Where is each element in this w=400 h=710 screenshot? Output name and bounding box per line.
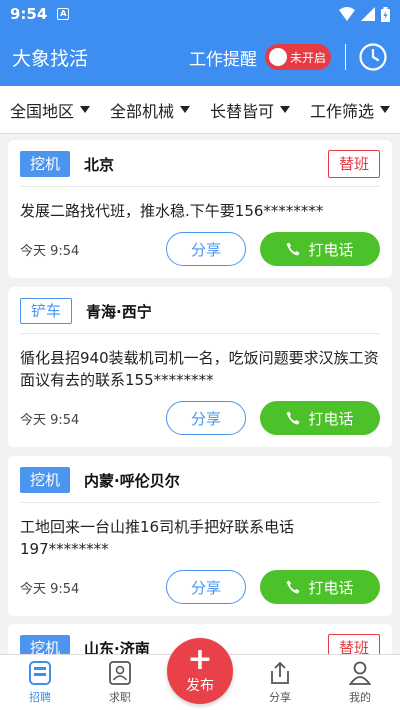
toggle-knob xyxy=(269,48,287,66)
card-divider xyxy=(20,502,380,503)
job-description: 工地回来一台山推16司机手把好联系电话197******** xyxy=(20,518,295,558)
post-time: 今天 9:54 xyxy=(20,581,80,597)
user-icon xyxy=(349,661,371,685)
card-divider xyxy=(20,186,380,187)
call-label: 打电话 xyxy=(308,240,354,259)
nav-recruit-label: 招聘 xyxy=(29,691,51,704)
substitute-badge: 替班 xyxy=(327,150,380,178)
machine-tag: 挖机 xyxy=(20,467,71,493)
job-description: 发展二路找代班，推水稳.下午要156******** xyxy=(20,202,324,220)
filter-region[interactable]: 全国地区 xyxy=(10,98,90,122)
phone-icon xyxy=(286,242,300,256)
notification-a-icon: A xyxy=(57,8,70,20)
signal-icon xyxy=(361,7,375,21)
filter-label: 长替皆可 xyxy=(209,101,274,121)
job-location: 青海·西宁 xyxy=(86,302,152,321)
filter-job-type[interactable]: 长替皆可 xyxy=(210,98,290,122)
recruit-icon xyxy=(29,661,51,685)
machine-tag: 铲车 xyxy=(20,298,73,324)
job-card[interactable]: 铲车 青海·西宁 循化县招940装载机司机一名，吃饭问题要求汉族工资面议有去的联… xyxy=(8,287,392,447)
share-button[interactable]: 分享 xyxy=(166,570,246,604)
caret-down-icon xyxy=(380,106,390,113)
caret-down-icon xyxy=(80,106,90,113)
nav-jobseek-label: 求职 xyxy=(109,691,131,704)
filter-label: 全国地区 xyxy=(9,101,74,121)
filter-machinery[interactable]: 全部机械 xyxy=(110,98,190,122)
card-divider xyxy=(20,333,380,334)
filter-work[interactable]: 工作筛选 xyxy=(310,98,390,122)
nav-mine[interactable]: 我的 xyxy=(330,661,390,705)
id-card-icon xyxy=(109,661,131,685)
filter-label: 全部机械 xyxy=(109,101,174,121)
battery-icon xyxy=(381,6,390,22)
work-reminder-label: 工作提醒 xyxy=(189,49,257,70)
caret-down-icon xyxy=(180,106,190,113)
nav-mine-label: 我的 xyxy=(349,691,371,704)
job-description: 循化县招940装载机司机一名，吃饭问题要求汉族工资面议有去的联系155*****… xyxy=(20,349,379,389)
machine-tag: 挖机 xyxy=(20,151,71,177)
app-bar: 大象找活 工作提醒 未开启 xyxy=(0,28,400,86)
publish-button[interactable]: + 发布 xyxy=(167,638,233,704)
toggle-status-text: 未开启 xyxy=(290,50,327,65)
app-bar-divider xyxy=(345,44,346,70)
clock-icon[interactable] xyxy=(358,42,388,72)
wifi-icon xyxy=(339,7,355,21)
phone-icon xyxy=(286,411,300,425)
job-card[interactable]: 挖机 内蒙·呼伦贝尔 工地回来一台山推16司机手把好联系电话197*******… xyxy=(8,456,392,616)
call-button[interactable]: 打电话 xyxy=(260,401,380,435)
call-label: 打电话 xyxy=(308,578,354,597)
nav-share-label: 分享 xyxy=(269,691,291,704)
status-bar: 9:54 A xyxy=(0,0,400,28)
work-reminder-toggle[interactable]: 未开启 xyxy=(265,44,331,70)
nav-share[interactable]: 分享 xyxy=(250,661,310,705)
job-card[interactable]: 挖机 北京 替班 发展二路找代班，推水稳.下午要156******** 今天 9… xyxy=(8,140,392,278)
filter-bar: 全国地区 全部机械 长替皆可 工作筛选 xyxy=(0,86,400,134)
share-icon xyxy=(271,661,289,684)
plus-icon: + xyxy=(187,642,213,677)
publish-label: 发布 xyxy=(186,678,214,694)
call-button[interactable]: 打电话 xyxy=(260,570,380,604)
post-time: 今天 9:54 xyxy=(20,243,80,259)
job-location: 内蒙·呼伦贝尔 xyxy=(84,471,180,490)
phone-icon xyxy=(286,580,300,594)
status-time: 9:54 xyxy=(10,5,48,23)
nav-recruit[interactable]: 招聘 xyxy=(10,661,70,705)
job-location: 北京 xyxy=(84,155,115,174)
call-label: 打电话 xyxy=(308,409,354,428)
nav-jobseek[interactable]: 求职 xyxy=(90,661,150,705)
call-button[interactable]: 打电话 xyxy=(260,232,380,266)
share-button[interactable]: 分享 xyxy=(166,232,246,266)
caret-down-icon xyxy=(280,106,290,113)
share-button[interactable]: 分享 xyxy=(166,401,246,435)
app-title: 大象找活 xyxy=(12,47,89,70)
filter-label: 工作筛选 xyxy=(309,101,374,121)
post-time: 今天 9:54 xyxy=(20,412,80,428)
